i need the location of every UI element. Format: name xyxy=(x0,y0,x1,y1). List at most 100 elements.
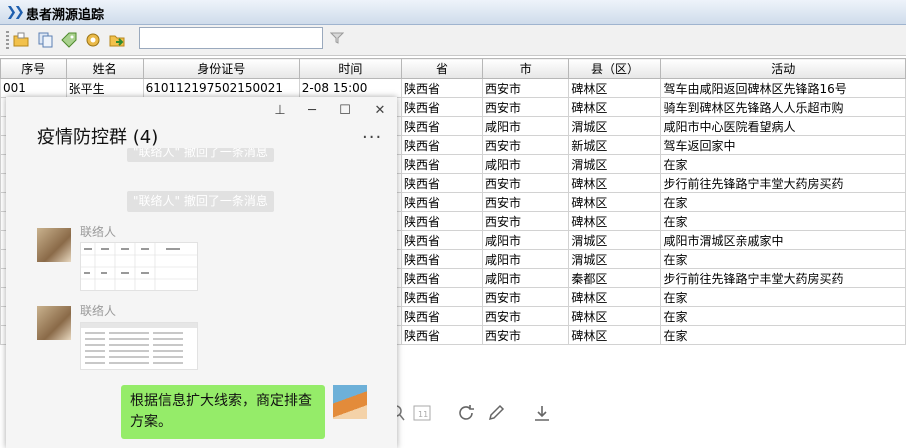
close-icon[interactable]: ✕ xyxy=(372,103,388,119)
cell-id-number[interactable]: 610112197502150021 xyxy=(142,78,300,98)
pin-icon[interactable]: ⊥ xyxy=(272,103,288,119)
my-avatar[interactable] xyxy=(333,385,367,419)
col-header-city[interactable]: 市 xyxy=(481,58,570,79)
cell-city[interactable]: 咸阳市 xyxy=(481,154,570,174)
col-header-index[interactable]: 序号 xyxy=(0,58,67,79)
cell-province[interactable]: 陕西省 xyxy=(401,230,483,250)
cell-province[interactable]: 陕西省 xyxy=(401,192,483,212)
image-message-thumbnail[interactable] xyxy=(80,242,198,291)
contact-avatar[interactable] xyxy=(37,228,71,262)
cell-district[interactable]: 碑林区 xyxy=(568,97,662,117)
cell-province[interactable]: 陕西省 xyxy=(401,268,483,288)
toolbar-grip[interactable] xyxy=(6,31,9,49)
cell-activity[interactable]: 咸阳市中心医院看望病人 xyxy=(660,116,906,136)
filter-icon[interactable] xyxy=(330,31,344,45)
copy-icon[interactable] xyxy=(37,31,55,49)
cell-activity[interactable]: 步行前往先锋路宁丰堂大药房买药 xyxy=(660,268,906,288)
export-icon[interactable] xyxy=(108,31,126,49)
cell-activity[interactable]: 步行前往先锋路宁丰堂大药房买药 xyxy=(660,173,906,193)
cell-city[interactable]: 西安市 xyxy=(481,78,570,98)
col-header-activity[interactable]: 活动 xyxy=(660,58,906,79)
cell-city[interactable]: 咸阳市 xyxy=(481,230,570,250)
fit-page-icon[interactable]: 11 xyxy=(413,404,431,422)
cell-city[interactable]: 西安市 xyxy=(481,306,570,326)
cell-index[interactable]: 001 xyxy=(0,78,67,98)
cell-province[interactable]: 陕西省 xyxy=(401,116,483,136)
rotate-icon[interactable] xyxy=(458,404,476,422)
cell-province[interactable]: 陕西省 xyxy=(401,78,483,98)
cell-city[interactable]: 咸阳市 xyxy=(481,116,570,136)
cell-district[interactable]: 渭城区 xyxy=(568,154,662,174)
cell-province[interactable]: 陕西省 xyxy=(401,287,483,307)
cell-activity[interactable]: 在家 xyxy=(660,306,906,326)
cell-district[interactable]: 渭城区 xyxy=(568,116,662,136)
cell-activity[interactable]: 驾车由咸阳返回碑林区先锋路16号 xyxy=(660,78,906,98)
cell-activity[interactable]: 骑车到碑林区先锋路人人乐超市购 xyxy=(660,97,906,117)
cell-province[interactable]: 陕西省 xyxy=(401,154,483,174)
cell-city[interactable]: 咸阳市 xyxy=(481,249,570,269)
contact-avatar[interactable] xyxy=(37,306,71,340)
cell-city[interactable]: 西安市 xyxy=(481,211,570,231)
sender-name: 联络人 xyxy=(80,304,117,318)
cell-province[interactable]: 陕西省 xyxy=(401,135,483,155)
cell-province[interactable]: 陕西省 xyxy=(401,97,483,117)
cell-province[interactable]: 陕西省 xyxy=(401,325,483,345)
cell-activity[interactable]: 在家 xyxy=(660,154,906,174)
edit-icon[interactable] xyxy=(487,404,505,422)
col-header-id-number[interactable]: 身份证号 xyxy=(142,58,300,79)
cell-activity[interactable]: 驾车返回家中 xyxy=(660,135,906,155)
recall-notice-partial: "联络人" 撤回了一条消息 xyxy=(127,148,274,162)
tag-icon[interactable] xyxy=(60,31,78,49)
search-input[interactable] xyxy=(139,27,323,49)
cell-district[interactable]: 新城区 xyxy=(568,135,662,155)
my-message-bubble[interactable]: 根据信息扩大线索，商定排查方案。 xyxy=(121,385,325,439)
toolbar xyxy=(0,25,906,56)
cell-district[interactable]: 碑林区 xyxy=(568,306,662,326)
open-folder-icon[interactable] xyxy=(12,31,30,49)
cell-province[interactable]: 陕西省 xyxy=(401,306,483,326)
cell-city[interactable]: 咸阳市 xyxy=(481,268,570,288)
cell-district[interactable]: 碑林区 xyxy=(568,287,662,307)
cell-activity[interactable]: 在家 xyxy=(660,211,906,231)
table-header-row: 序号 姓名 身份证号 时间 省 市 县（区） 活动 xyxy=(0,58,906,79)
cell-district[interactable]: 碑林区 xyxy=(568,78,662,98)
cell-province[interactable]: 陕西省 xyxy=(401,173,483,193)
download-icon[interactable] xyxy=(533,404,551,422)
cell-city[interactable]: 西安市 xyxy=(481,135,570,155)
image-message-thumbnail[interactable] xyxy=(80,322,198,370)
cell-name[interactable]: 张平生 xyxy=(65,78,144,98)
settings-icon[interactable] xyxy=(84,31,102,49)
cell-city[interactable]: 西安市 xyxy=(481,325,570,345)
cell-city[interactable]: 西安市 xyxy=(481,192,570,212)
cell-district[interactable]: 碑林区 xyxy=(568,211,662,231)
recall-notice: "联络人" 撤回了一条消息 xyxy=(127,191,274,212)
cell-district[interactable]: 秦都区 xyxy=(568,268,662,288)
cell-province[interactable]: 陕西省 xyxy=(401,211,483,231)
cell-activity[interactable]: 在家 xyxy=(660,287,906,307)
cell-activity[interactable]: 在家 xyxy=(660,325,906,345)
cell-activity[interactable]: 在家 xyxy=(660,192,906,212)
cell-district[interactable]: 碑林区 xyxy=(568,192,662,212)
minimize-icon[interactable]: ─ xyxy=(304,103,320,119)
cell-district[interactable]: 渭城区 xyxy=(568,230,662,250)
cell-city[interactable]: 西安市 xyxy=(481,97,570,117)
cell-province[interactable]: 陕西省 xyxy=(401,249,483,269)
cell-city[interactable]: 西安市 xyxy=(481,173,570,193)
svg-text:11: 11 xyxy=(418,410,428,419)
more-options-icon[interactable]: ··· xyxy=(362,127,382,148)
cell-district[interactable]: 渭城区 xyxy=(568,249,662,269)
app-logo-icon: ❯❯ xyxy=(6,5,25,20)
cell-district[interactable]: 碑林区 xyxy=(568,173,662,193)
cell-district[interactable]: 碑林区 xyxy=(568,325,662,345)
chat-window: ⊥ ─ ☐ ✕ 疫情防控群 (4) ··· "联络人" 撤回了一条消息 "联络人… xyxy=(6,97,397,448)
maximize-icon[interactable]: ☐ xyxy=(337,103,353,119)
col-header-time[interactable]: 时间 xyxy=(298,58,403,79)
cell-time[interactable]: 2-08 15:00 xyxy=(298,78,403,98)
cell-activity[interactable]: 咸阳市渭城区亲戚家中 xyxy=(660,230,906,250)
col-header-district[interactable]: 县（区） xyxy=(568,58,662,79)
col-header-province[interactable]: 省 xyxy=(401,58,483,79)
cell-city[interactable]: 西安市 xyxy=(481,287,570,307)
col-header-name[interactable]: 姓名 xyxy=(65,58,144,79)
table-row[interactable]: 001 张平生 610112197502150021 2-08 15:00 陕西省 西安市… xyxy=(0,78,906,98)
cell-activity[interactable]: 在家 xyxy=(660,249,906,269)
